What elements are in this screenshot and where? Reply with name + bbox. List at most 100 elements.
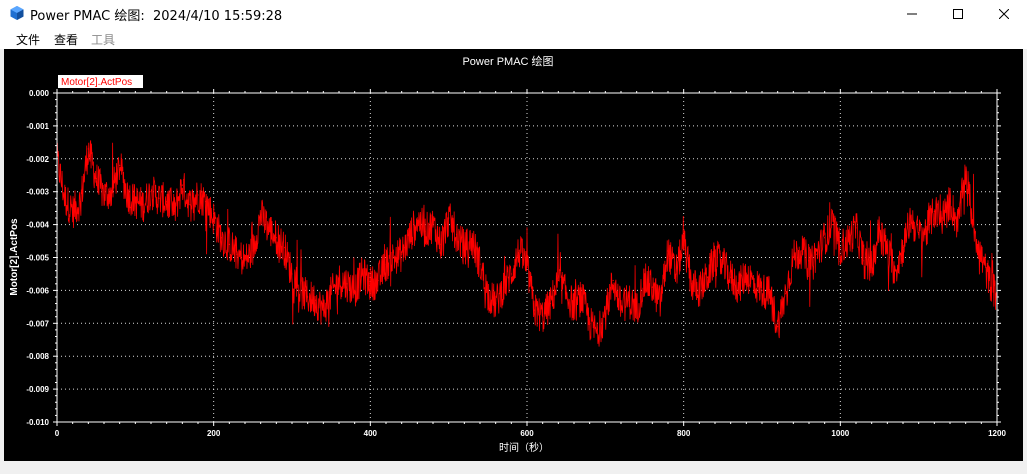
data-point <box>502 286 505 288</box>
data-point <box>636 309 638 311</box>
data-point <box>957 224 959 226</box>
data-point <box>64 197 66 199</box>
maximize-icon <box>953 9 963 19</box>
status-strip <box>0 461 1027 474</box>
data-point <box>220 237 223 239</box>
y-tick-label: -0.008 <box>26 352 49 361</box>
legend: Motor[2].ActPos <box>58 75 143 88</box>
data-point <box>401 253 403 255</box>
data-point <box>103 194 105 196</box>
data-point <box>683 240 685 242</box>
data-point <box>314 299 317 301</box>
data-point <box>949 200 951 203</box>
data-point <box>777 325 779 328</box>
data-point <box>918 233 920 236</box>
data-point <box>839 247 841 249</box>
x-tick-label: 1000 <box>831 429 849 438</box>
data-point <box>988 279 990 282</box>
data-point <box>784 293 787 295</box>
menu-tools[interactable]: 工具 <box>91 31 115 48</box>
data-point <box>831 224 834 226</box>
y-tick-labels: 0.000 -0.001 -0.002 -0.003 -0.004 -0.005 -0.00… <box>26 89 49 427</box>
data-point <box>847 240 849 242</box>
minimize-button[interactable] <box>889 0 935 28</box>
data-point <box>111 191 113 193</box>
data-point <box>643 279 646 282</box>
chart-title: Power PMAC 绘图 <box>462 54 553 68</box>
data-point <box>824 237 826 239</box>
data-point <box>808 260 810 262</box>
data-point <box>205 200 207 203</box>
data-point <box>142 204 144 206</box>
data-point <box>542 316 544 318</box>
data-point <box>181 184 183 186</box>
data-point <box>79 200 82 203</box>
data-point <box>675 273 677 275</box>
close-button[interactable] <box>981 0 1027 28</box>
data-point <box>330 293 332 295</box>
data-point <box>126 194 129 196</box>
data-point <box>236 253 238 255</box>
data-point <box>667 250 669 252</box>
cube-app-icon <box>10 6 24 20</box>
minimize-icon <box>907 13 917 15</box>
data-point <box>628 299 630 301</box>
series-line <box>56 140 998 347</box>
data-point <box>972 224 975 226</box>
data-point <box>291 273 293 275</box>
data-point <box>800 250 802 252</box>
x-tick-label: 0 <box>55 429 60 438</box>
data-point <box>440 243 442 245</box>
legend-label: Motor[2].ActPos <box>61 77 132 88</box>
data-point <box>299 289 301 291</box>
y-tick-label: -0.005 <box>26 254 49 263</box>
data-point <box>354 289 356 291</box>
data-point <box>424 230 426 232</box>
data-point <box>604 312 606 315</box>
menu-view[interactable]: 查看 <box>54 31 78 48</box>
data-point <box>448 217 450 219</box>
data-point <box>369 283 371 285</box>
data-point <box>338 279 340 282</box>
data-point <box>322 309 324 311</box>
data-point <box>408 237 411 239</box>
data-point <box>925 230 928 232</box>
menu-bar: 文件 查看 工具 <box>0 28 1027 49</box>
data-point <box>346 283 348 285</box>
data-point <box>87 148 89 150</box>
window-title-bar: Power PMAC 绘图: 2024/4/10 15:59:28 <box>0 0 1027 28</box>
data-point <box>565 293 567 295</box>
data-point <box>158 197 160 199</box>
data-point <box>910 217 912 219</box>
data-point <box>173 210 176 213</box>
x-axis-label: 时间（秒） <box>499 441 549 454</box>
data-point <box>581 296 583 298</box>
menu-file[interactable]: 文件 <box>16 31 40 48</box>
data-point <box>416 217 418 219</box>
data-point <box>393 256 395 259</box>
y-tick-label: -0.002 <box>26 155 49 164</box>
data-point <box>659 302 661 305</box>
data-point <box>730 276 732 278</box>
data-point <box>150 191 152 193</box>
data-point <box>377 279 379 282</box>
data-point <box>166 200 168 203</box>
data-point <box>267 227 270 229</box>
data-point <box>722 263 724 265</box>
x-tick-label: 600 <box>520 429 534 438</box>
x-tick-label: 1200 <box>988 429 1006 438</box>
data-point <box>455 233 458 236</box>
y-tick-label: -0.001 <box>26 122 49 131</box>
data-point <box>651 286 653 288</box>
data-point <box>706 276 708 278</box>
position-chart: Power PMAC 绘图 Motor[2].ActPos 0.000 -0.00… <box>9 54 1006 454</box>
data-point <box>871 266 873 268</box>
data-point <box>737 286 740 288</box>
data-point <box>463 247 465 249</box>
maximize-button[interactable] <box>935 0 981 28</box>
data-point <box>479 263 481 265</box>
x-tick-label: 800 <box>677 429 691 438</box>
data-point <box>275 237 277 239</box>
data-point <box>534 309 536 311</box>
data-point <box>213 217 215 219</box>
